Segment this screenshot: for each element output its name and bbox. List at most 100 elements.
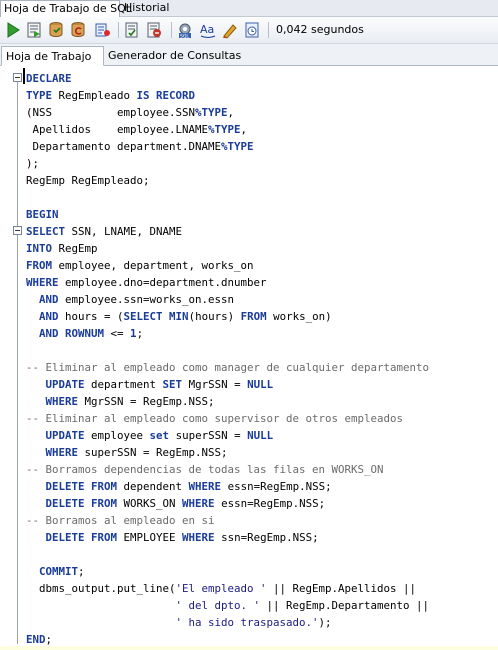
code-token: AND <box>39 310 59 323</box>
current-line-highlight <box>0 646 498 650</box>
code-token: ); <box>318 616 332 629</box>
code-line[interactable]: ); <box>26 155 496 172</box>
autotrace-icon[interactable] <box>145 21 163 39</box>
uppercase-icon[interactable]: Aa <box>199 21 217 39</box>
code-token: AND ROWNUM <box>39 327 105 340</box>
code-line[interactable]: Departamento department.DNAME%TYPE <box>26 138 496 155</box>
code-line[interactable]: UPDATE department SET MgrSSN = NULL <box>26 376 496 393</box>
code-line[interactable]: WHERE MgrSSN = RegEmp.NSS; <box>26 393 496 410</box>
code-line[interactable]: ' del dpto. ' || RegEmp.Departamento || <box>26 597 496 614</box>
code-token: WHERE <box>182 497 215 510</box>
code-line[interactable]: TYPE RegEmpleado IS RECORD <box>26 87 496 104</box>
code-token: superSSN = <box>169 429 248 442</box>
code-line[interactable]: -- Borramos al empleado en si <box>26 512 496 529</box>
code-line[interactable]: -- Eliminar al empleado como supervisor … <box>26 410 496 427</box>
code-token: RegEmp <box>52 242 98 255</box>
code-line[interactable]: (NSS employee.SSN%TYPE, <box>26 104 496 121</box>
code-line[interactable]: AND employee.ssn=works_on.essn <box>26 291 496 308</box>
code-line[interactable]: AND hours = (SELECT MIN(hours) FROM work… <box>26 308 496 325</box>
code-line[interactable]: WHERE superSSN = RegEmp.NSS; <box>26 444 496 461</box>
history-icon[interactable] <box>243 21 261 39</box>
code-token: BEGIN <box>26 208 59 221</box>
sql-editor[interactable]: DECLARE TYPE RegEmpleado IS RECORD (NSS em… <box>0 66 498 650</box>
code-line[interactable]: COMMIT; <box>26 563 496 580</box>
tab-query-builder[interactable]: Generador de Consultas <box>104 46 245 66</box>
explain-plan-icon[interactable] <box>123 21 141 39</box>
code-token: NULL <box>247 378 274 391</box>
code-token: dependent <box>117 480 189 493</box>
code-line[interactable] <box>26 189 496 206</box>
code-token: MgrSSN = <box>182 378 248 391</box>
svg-text:Aa: Aa <box>200 23 214 36</box>
code-token: %TYPE <box>221 140 254 153</box>
code-area[interactable]: DECLARE TYPE RegEmpleado IS RECORD (NSS em… <box>26 70 496 648</box>
code-line[interactable]: UPDATE employee set superSSN = NULL <box>26 427 496 444</box>
code-line[interactable]: DECLARE <box>26 70 496 87</box>
top-tab-bar: Hoja de Trabajo de SQL Historial <box>0 0 498 17</box>
code-token: hours = ( <box>58 310 124 323</box>
fold-toggle-icon[interactable] <box>13 73 22 82</box>
code-token: WHERE <box>188 480 222 493</box>
commit-icon[interactable] <box>47 21 65 39</box>
code-token: WHERE <box>182 531 215 544</box>
code-token: employee.ssn=works_on.essn <box>58 293 235 306</box>
code-line[interactable]: AND ROWNUM <= 1; <box>26 325 496 342</box>
code-token: dbms_output.put_line( <box>26 582 176 595</box>
code-token: SSN, LNAME, DNAME <box>65 225 183 238</box>
code-token: essn=RegEmp.NSS; <box>214 497 326 510</box>
code-token: DELETE FROM <box>45 497 118 510</box>
code-line[interactable]: -- Eliminar al empleado como manager de … <box>26 359 496 376</box>
fold-toggle-icon[interactable] <box>13 226 22 235</box>
rollback-icon[interactable] <box>69 21 87 39</box>
code-line[interactable]: DELETE FROM dependent WHERE essn=RegEmp.… <box>26 478 496 495</box>
code-token: || RegEmp.Apellidos || <box>266 582 417 595</box>
execution-time-label: 0,042 segundos <box>276 23 364 36</box>
code-line[interactable]: -- Borramos dependencias de todas las fi… <box>26 461 496 478</box>
code-token: (hours) <box>188 310 241 323</box>
code-token: COMMIT <box>39 565 79 578</box>
sql-tuning-icon[interactable] <box>94 21 112 39</box>
code-token: WHERE <box>26 276 59 289</box>
tab-sql-worksheet[interactable]: Hoja de Trabajo de SQL <box>0 0 132 17</box>
tab-worksheet[interactable]: Hoja de Trabajo <box>1 46 104 66</box>
code-token: UPDATE <box>45 378 85 391</box>
code-token: -- Borramos dependencias de todas las fi… <box>26 463 384 476</box>
clear-icon[interactable] <box>221 21 239 39</box>
code-line[interactable]: dbms_output.put_line('El empleado ' || R… <box>26 580 496 597</box>
code-line[interactable]: Apellidos employee.LNAME%TYPE, <box>26 121 496 138</box>
sql-tuning-advisor-icon[interactable]: SQL <box>176 21 194 39</box>
code-line[interactable] <box>26 546 496 563</box>
code-token: -- Borramos al empleado en si <box>26 514 215 527</box>
code-line[interactable]: ' ha sido traspasado.'); <box>26 614 496 631</box>
code-line[interactable]: WHERE employee.dno=department.dnumber <box>26 274 496 291</box>
code-line[interactable]: RegEmp RegEmpleado; <box>26 172 496 189</box>
code-line[interactable]: SELECT SSN, LNAME, DNAME <box>26 223 496 240</box>
code-line[interactable] <box>26 342 496 359</box>
tab-history[interactable]: Historial <box>121 0 172 17</box>
code-line[interactable]: INTO RegEmp <box>26 240 496 257</box>
code-token: UPDATE <box>45 429 85 442</box>
code-token: department <box>84 378 163 391</box>
run-statement-icon[interactable] <box>4 21 22 39</box>
code-token: WORKS_ON <box>117 497 183 510</box>
code-line[interactable]: FROM employee, department, works_on <box>26 257 496 274</box>
code-token: || RegEmp.Departamento || <box>260 599 430 612</box>
run-script-icon[interactable] <box>25 21 43 39</box>
worksheet-toolbar: SQL Aa 0,042 segundos <box>0 17 498 44</box>
code-token: employee.dno=department.dnumber <box>58 276 267 289</box>
code-line[interactable]: DELETE FROM EMPLOYEE WHERE ssn=RegEmp.NS… <box>26 529 496 546</box>
text-caret <box>23 68 25 84</box>
code-line[interactable]: BEGIN <box>26 206 496 223</box>
code-token: employee <box>84 429 150 442</box>
code-line[interactable]: DELETE FROM WORKS_ON WHERE essn=RegEmp.N… <box>26 495 496 512</box>
code-token: -- Eliminar al empleado como supervisor … <box>26 412 404 425</box>
code-token: ' del dpto. ' <box>175 599 261 612</box>
code-token: WHERE <box>45 395 79 408</box>
